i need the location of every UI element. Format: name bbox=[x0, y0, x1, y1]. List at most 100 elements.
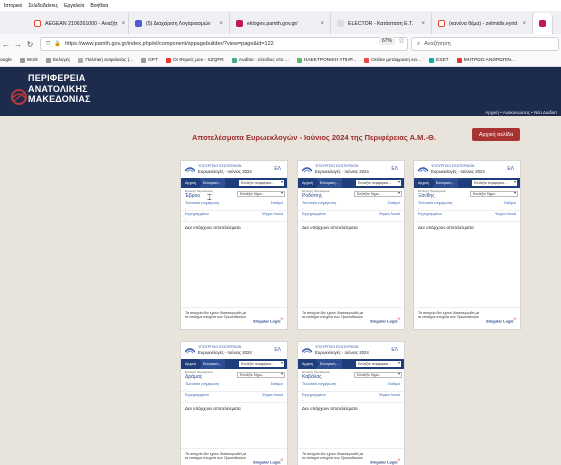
tab-label: (5) Διαχείριση Λογαριασμών bbox=[146, 20, 211, 27]
crumb-region[interactable]: Εκλογικές... bbox=[198, 359, 228, 369]
search-icon: ⌕ bbox=[417, 40, 421, 47]
bookmark-item[interactable]: Εκλογές bbox=[45, 57, 70, 63]
widget-footer: Τα στοιχεία δεν έχουν διασταυρωθεί με τα… bbox=[181, 307, 287, 329]
bookmark-item[interactable]: Οι Φορείς μου - SZQFR bbox=[165, 57, 224, 63]
bookmark-item[interactable]: ESET bbox=[429, 57, 449, 63]
folder-icon bbox=[45, 57, 51, 63]
crumb-region[interactable]: Εκλογικές... bbox=[315, 178, 345, 188]
tab-strip: AEGEAN 2106261000 - Αναζήτ × (5) Διαχείρ… bbox=[0, 11, 561, 34]
brand-logo[interactable]: Singular Logic® bbox=[253, 317, 283, 323]
tab-ekloges[interactable]: ekloges.pamth.gov.gr/ × bbox=[230, 13, 331, 34]
bookmark-star-icon[interactable]: ☆ bbox=[398, 36, 405, 45]
municipality-select[interactable]: Επιλέξτε δήμο... bbox=[470, 191, 518, 197]
bookmark-item[interactable]: oogle bbox=[0, 58, 12, 63]
stat-label: Εγγεγραμμένοι bbox=[185, 212, 209, 216]
municipality-name: Δράμας bbox=[185, 374, 203, 380]
tab-elector[interactable]: ELECTOR - Κατάσταση Ε.Τ. × bbox=[331, 13, 432, 34]
close-icon[interactable]: × bbox=[522, 21, 526, 27]
ministry-name: ΥΠΟΥΡΓΕΙΟ ΕΣΩΤΕΡΙΚΩΝ bbox=[198, 345, 242, 349]
stat-label: Τελευταία ενημέρωση bbox=[185, 382, 220, 386]
region-logo-text[interactable]: ΠΕΡΙΦΕΡΕΙΑ ΑΝΑΤΟΛΙΚΗΣ ΜΑΚΕΔΟΝΙΑΣ bbox=[28, 73, 91, 105]
brand-logo[interactable]: Singular Logic® bbox=[486, 317, 516, 323]
widget-footer: Τα στοιχεία δεν έχουν διασταυρωθεί με τα… bbox=[298, 307, 404, 329]
stat-label-right: Ψηφοι Λευκά bbox=[379, 212, 400, 216]
region-select[interactable]: Επιλέξτε περιφέρεια... bbox=[356, 179, 401, 186]
header-nav[interactable]: Αρχική • Ανακοινώσεις • Νέα Διαδικτ bbox=[485, 110, 557, 115]
bookmark-item[interactable]: Auditor - είσοδος στο ... bbox=[231, 57, 289, 63]
tab-aegean[interactable]: AEGEAN 2106261000 - Αναζήτ × bbox=[28, 13, 129, 34]
stat-row-voters: Εγγεγραμμένοι Ψηφοι Λευκά - bbox=[414, 211, 520, 222]
close-icon[interactable]: × bbox=[122, 21, 126, 27]
bookmark-item[interactable]: ΗΛΕΚΤΡΟΝΙΚΗ ΥΠΗΡ... bbox=[296, 57, 356, 63]
region-select[interactable]: Επιλέξτε περιφέρεια... bbox=[239, 179, 284, 186]
back-icon[interactable]: ← bbox=[0, 40, 12, 49]
municipality-select[interactable]: Επιλέξτε δήμο... bbox=[354, 191, 402, 197]
bookmark-item[interactable]: Online μετάφραση κει... bbox=[364, 57, 421, 63]
widget-header: ΥΠΟΥΡΓΕΙΟ ΕΣΩΤΕΡΙΚΩΝ Ευρωεκλογές - Ιούνι… bbox=[298, 342, 404, 359]
close-icon[interactable]: × bbox=[219, 21, 223, 27]
reload-icon[interactable]: ↻ bbox=[24, 40, 36, 49]
language-switch[interactable]: ΕΛ bbox=[274, 166, 281, 172]
municipality-row: Επιλογή Περιφέρειας Έβρου Επιλέξτε δήμο.… bbox=[181, 188, 287, 200]
bookmark-item[interactable]: Πολιτική ασφαλείας |... bbox=[78, 57, 133, 63]
stat-label-right: Ψηφοι Λευκά bbox=[262, 212, 283, 216]
menu-bookmarks[interactable]: Σελιδοδείκτες bbox=[28, 3, 58, 9]
menu-bar: Ιστορικό Σελιδοδείκτες Εργαλεία Βοήθεια bbox=[0, 0, 561, 11]
stat-label-right: Ψηφοι Λευκά bbox=[379, 393, 400, 397]
stat-row-updated: Τελευταία ενημέρωση Σταθμοί - bbox=[414, 200, 520, 211]
crumb-home[interactable]: Αρχική bbox=[298, 359, 319, 369]
site-icon bbox=[236, 20, 243, 27]
language-switch[interactable]: ΕΛ bbox=[507, 166, 514, 172]
menu-help[interactable]: Βοήθεια bbox=[90, 3, 108, 9]
bookmark-item[interactable]: GPT bbox=[141, 57, 158, 63]
widget-header: ΥΠΟΥΡΓΕΙΟ ΕΣΩΤΕΡΙΚΩΝ Ευρωεκλογές - Ιούνι… bbox=[181, 161, 287, 178]
widget-header: ΥΠΟΥΡΓΕΙΟ ΕΣΩΤΕΡΙΚΩΝ Ευρωεκλογές - Ιούνι… bbox=[414, 161, 520, 178]
brand-logo[interactable]: Singular Logic® bbox=[370, 458, 400, 464]
language-switch[interactable]: ΕΛ bbox=[391, 347, 398, 353]
municipality-select[interactable]: Επιλέξτε δήμο... bbox=[354, 372, 402, 378]
brand-logo[interactable]: Singular Logic® bbox=[253, 458, 283, 464]
brand-logo[interactable]: Singular Logic® bbox=[370, 317, 400, 323]
tab-active[interactable] bbox=[533, 13, 553, 34]
crumb-home[interactable]: Αρχική bbox=[298, 178, 319, 188]
bookmark-item[interactable]: Work bbox=[19, 57, 38, 63]
menu-tools[interactable]: Εργαλεία bbox=[64, 3, 84, 9]
page-title: Αποτελέσματα Ευρωεκλογών - Ιούνιος 2024 … bbox=[192, 133, 436, 142]
search-placeholder: Αναζήτηση bbox=[424, 41, 451, 47]
close-icon[interactable]: × bbox=[320, 21, 324, 27]
disclaimer-text: Τα στοιχεία δεν έχουν διασταυρωθεί με τα… bbox=[185, 311, 247, 320]
language-switch[interactable]: ΕΛ bbox=[274, 347, 281, 353]
stat-value: - bbox=[185, 397, 187, 402]
page-icon bbox=[78, 57, 84, 63]
site-icon bbox=[539, 20, 546, 27]
crumb-region[interactable]: Εκλογικές... bbox=[315, 359, 345, 369]
region-select[interactable]: Επιλέξτε περιφέρεια... bbox=[356, 360, 401, 367]
bookmark-item[interactable]: ΜΗΤΡΩΟ ΑΝΘΡΩΠΙΝ... bbox=[456, 57, 515, 63]
crumb-home[interactable]: Αρχική bbox=[181, 178, 202, 188]
url-bar[interactable]: ⛉ 🔒 https://www.pamth.gov.gr/index.php/e… bbox=[40, 37, 408, 51]
municipality-select[interactable]: Επιλέξτε δήμο... bbox=[237, 191, 285, 197]
stat-value: - bbox=[302, 205, 304, 210]
municipality-select[interactable]: Επιλέξτε δήμο... bbox=[237, 372, 285, 378]
close-icon[interactable]: × bbox=[421, 21, 425, 27]
crumb-region[interactable]: Εκλογικές... bbox=[431, 178, 461, 188]
ministry-logo-icon bbox=[185, 167, 195, 173]
widget-footer: Τα στοιχεία δεν έχουν διασταυρωθεί με τα… bbox=[298, 448, 404, 465]
lock-icon: 🔒 bbox=[54, 41, 61, 47]
crumb-home[interactable]: Αρχική bbox=[414, 178, 435, 188]
crumb-region[interactable]: Εκλογικές... bbox=[198, 178, 228, 188]
menu-history[interactable]: Ιστορικό bbox=[4, 3, 22, 9]
stat-label: Εγγεγραμμένοι bbox=[302, 393, 326, 397]
language-switch[interactable]: ΕΛ bbox=[391, 166, 398, 172]
stat-row-updated: Τελευταία ενημέρωση Σταθμοί - bbox=[298, 200, 404, 211]
zoom-level[interactable]: 67% bbox=[379, 37, 396, 45]
stat-label: Εγγεγραμμένοι bbox=[185, 393, 209, 397]
region-select[interactable]: Επιλέξτε περιφέρεια... bbox=[472, 179, 517, 186]
search-box[interactable]: ⌕ Αναζήτηση bbox=[411, 37, 559, 51]
forward-icon[interactable]: → bbox=[12, 40, 24, 49]
home-button[interactable]: Αρχική σελίδα bbox=[472, 128, 520, 141]
region-select[interactable]: Επιλέξτε περιφέρεια... bbox=[239, 360, 284, 367]
tab-gmail[interactable]: (κανένα θέμα) - zelmidis.eyrid × bbox=[432, 13, 533, 34]
crumb-home[interactable]: Αρχική bbox=[181, 359, 202, 369]
tab-accounts[interactable]: (5) Διαχείριση Λογαριασμών × bbox=[129, 13, 230, 34]
